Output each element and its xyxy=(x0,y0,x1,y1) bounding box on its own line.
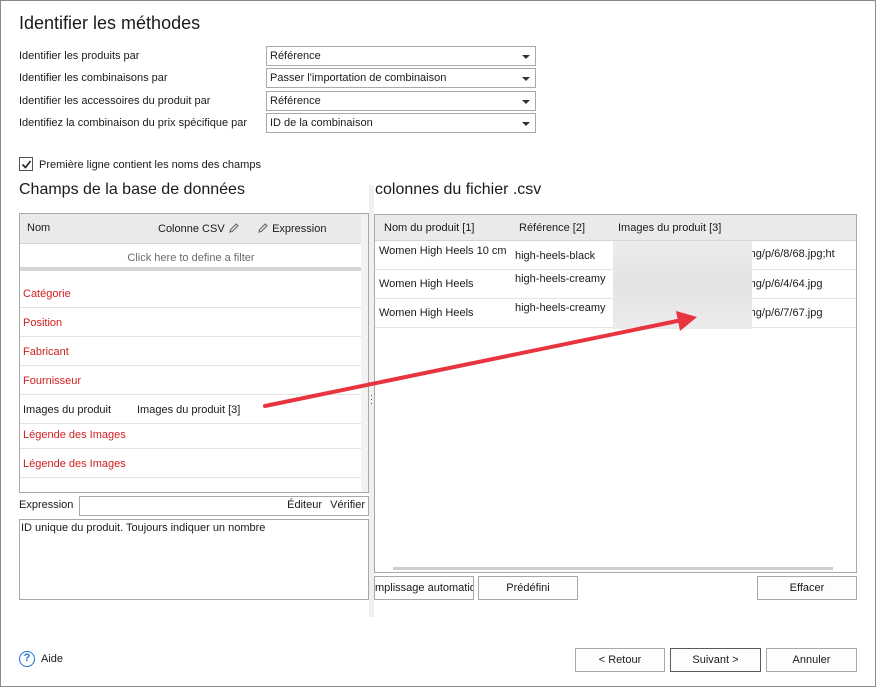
horizontal-scrollbar[interactable] xyxy=(393,567,833,570)
cancel-button[interactable]: Annuler xyxy=(766,648,857,672)
first-line-headers-checkbox[interactable] xyxy=(19,157,33,171)
method-label: Identifier les combinaisons par xyxy=(19,72,168,84)
method-label: Identifier les accessoires du produit pa… xyxy=(19,95,211,107)
field-name: Images du produit xyxy=(23,404,112,416)
dropdown-value: Référence xyxy=(270,50,321,62)
pencil-icon xyxy=(228,223,239,233)
cell-nom: Women High Heels xyxy=(379,278,474,290)
table-row[interactable]: Catégorie xyxy=(20,279,362,308)
next-button[interactable]: Suivant > xyxy=(670,648,761,672)
table-row[interactable]: Légende des Images xyxy=(20,420,362,449)
combinations-identifier-dropdown[interactable]: Passer l'importation de combinaison xyxy=(266,68,536,88)
editor-link[interactable]: Éditeur xyxy=(287,499,322,511)
column-header-label: Expression xyxy=(272,223,327,235)
cell-nom: Women High Heels xyxy=(379,307,474,319)
autofill-button[interactable]: mplissage automatiq xyxy=(374,576,474,600)
field-name: Position xyxy=(23,317,63,329)
checkmark-icon xyxy=(21,160,32,169)
dropdown-value: ID de la combinaison xyxy=(270,117,373,129)
field-name: Fabricant xyxy=(23,346,69,358)
column-header-reference[interactable]: Référence [2] xyxy=(519,222,585,234)
method-label: Identifiez la combinaison du prix spécif… xyxy=(19,117,248,129)
filter-row[interactable]: Click here to define a filter xyxy=(20,245,362,271)
column-header-images[interactable]: Images du produit [3] xyxy=(618,222,721,234)
database-fields-grid: Nom Colonne CSV Expression Click here to… xyxy=(19,213,369,493)
expression-input[interactable] xyxy=(79,496,369,516)
verify-link[interactable]: Vérifier xyxy=(330,499,365,511)
specific-price-identifier-dropdown[interactable]: ID de la combinaison xyxy=(266,113,536,133)
table-row[interactable]: Position xyxy=(20,308,362,337)
column-header-colonne-csv[interactable]: Colonne CSV xyxy=(158,222,240,235)
field-name: Fournisseur xyxy=(23,375,82,387)
field-name: Catégorie xyxy=(23,288,71,300)
column-header-expression[interactable]: Expression xyxy=(257,222,326,235)
redacted-area xyxy=(613,241,752,329)
clear-button[interactable]: Effacer xyxy=(757,576,857,600)
expression-row: Expression Éditeur Vérifier xyxy=(19,496,369,516)
field-name: Légende des Images xyxy=(23,429,126,441)
page-title: Identifier les méthodes xyxy=(19,13,201,33)
caret-down-icon xyxy=(522,100,530,104)
grid-header: Nom du produit [1] Référence [2] Images … xyxy=(375,215,856,241)
back-button[interactable]: < Retour xyxy=(575,648,665,672)
column-header-label: Colonne CSV xyxy=(158,223,225,235)
splitter-grip-icon: · · · xyxy=(370,390,373,408)
vertical-scrollbar[interactable] xyxy=(361,214,368,492)
database-fields-heading: Champs de la base de données xyxy=(19,181,245,198)
caret-down-icon xyxy=(522,55,530,59)
products-identifier-dropdown[interactable]: Référence xyxy=(266,46,536,66)
cell-reference: high-heels-creamy xyxy=(515,273,606,285)
grid-header: Nom Colonne CSV Expression xyxy=(20,214,362,244)
predefined-button[interactable]: Prédéfini xyxy=(478,576,578,600)
cell-nom: Women High Heels 10 cm xyxy=(379,245,507,257)
dropdown-value: Référence xyxy=(270,95,321,107)
csv-preview-grid: Nom du produit [1] Référence [2] Images … xyxy=(374,214,857,573)
pencil-icon xyxy=(258,223,268,233)
column-header-nom[interactable]: Nom xyxy=(27,222,50,234)
help-circle-icon: ? xyxy=(19,651,35,667)
table-row[interactable]: Fournisseur xyxy=(20,366,362,395)
cell-reference: high-heels-creamy xyxy=(515,302,606,314)
csv-column-cell[interactable]: Images du produit [3] xyxy=(137,404,240,416)
dropdown-value: Passer l'importation de combinaison xyxy=(270,72,447,84)
csv-columns-heading: colonnes du fichier .csv xyxy=(375,181,542,198)
checkbox-label: Première ligne contient les noms des cha… xyxy=(39,159,261,171)
help-label: Aide xyxy=(41,653,64,665)
caret-down-icon xyxy=(522,77,530,81)
table-row[interactable]: Légende des Images xyxy=(20,449,362,478)
method-label: Identifier les produits par xyxy=(19,50,140,62)
field-name: Légende des Images xyxy=(23,458,126,470)
table-row[interactable]: Fabricant xyxy=(20,337,362,366)
expression-label: Expression xyxy=(19,499,74,511)
accessories-identifier-dropdown[interactable]: Référence xyxy=(266,91,536,111)
cell-reference: high-heels-black xyxy=(515,250,596,262)
caret-down-icon xyxy=(522,122,530,126)
field-description: ID unique du produit. Toujours indiquer … xyxy=(19,519,369,600)
column-header-nom-produit[interactable]: Nom du produit [1] xyxy=(384,222,475,234)
